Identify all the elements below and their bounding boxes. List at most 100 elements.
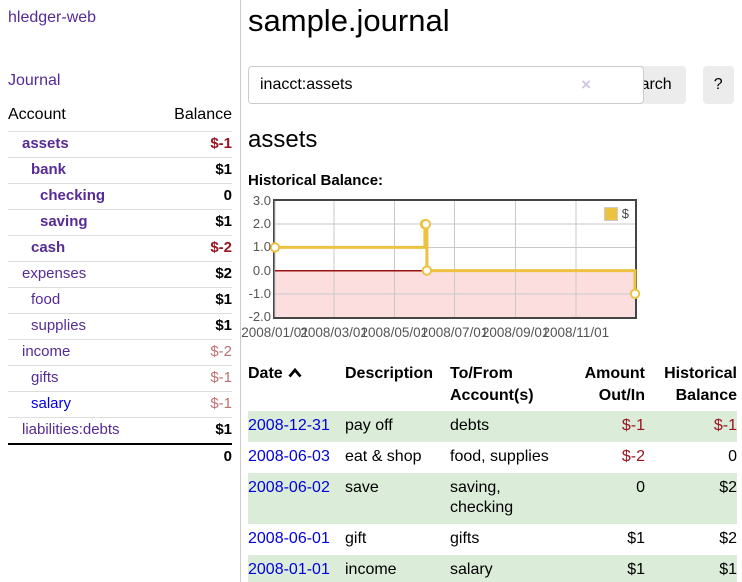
register-date-link[interactable]: 2008-12-31 [248,417,330,434]
account-balance: $1 [156,158,232,184]
register-column-header: Amount Out/In [573,361,645,411]
sort-ascending-icon [288,368,302,378]
account-balance: $-2 [156,236,232,262]
account-link[interactable]: food [31,291,60,308]
register-balance: $2 [645,473,737,524]
register-date-link[interactable]: 2008-06-01 [248,530,330,547]
register-amount: $1 [573,555,645,582]
account-balance: $-1 [156,132,232,158]
account-row: liabilities:debts$1 [8,418,232,445]
accounts-header-account: Account [8,106,156,132]
account-link[interactable]: liabilities:debts [22,421,120,438]
sidebar: hledger-web Journal Account Balance asse… [0,0,241,582]
chart-plot-area: $ [273,199,637,319]
account-balance: $-2 [156,340,232,366]
main-content: sample.journal × Search ? assets Histori… [248,0,740,582]
accounts-header-row: Account Balance [8,106,232,132]
account-row: food$1 [8,288,232,314]
accounts-total-row: 0 [8,444,232,470]
journal-link[interactable]: Journal [8,72,232,90]
accounts-header-balance: Balance [156,106,232,132]
chart-point [271,243,279,251]
register-description: eat & shop [345,442,450,473]
register-accounts: gifts [450,524,573,555]
register-description: save [345,473,450,524]
register-balance: 0 [645,442,737,473]
account-row: supplies $1 [8,314,232,340]
search-form: × Search ? [248,66,740,104]
register-row: 2008-06-01giftgifts$1$2 [248,524,737,555]
search-box: × [248,66,601,104]
account-row: bank $1 [8,158,232,184]
account-row: salary $-1 [8,392,232,418]
register-column-header: Description [345,361,450,411]
register-column-header: To/From Account(s) [450,361,573,411]
account-title: assets [248,126,740,154]
accounts-table: Account Balance assets$-1bank$1checking0… [8,106,232,470]
account-link[interactable]: assets [22,135,69,152]
register-table: DateDescriptionTo/From Account(s)Amount … [248,361,737,582]
chart-x-tick-label: 2008/11/01 [540,325,612,341]
register-date-link[interactable]: 2008-06-03 [248,448,330,465]
register-balance: $-1 [645,411,737,442]
account-link[interactable]: gifts [31,369,59,386]
chart-y-tick-label: -2.0 [248,308,271,326]
register-amount: 0 [573,473,645,524]
register-header-row: DateDescriptionTo/From Account(s)Amount … [248,361,737,411]
clear-search-icon[interactable]: × [581,75,591,95]
register-balance: $2 [645,524,737,555]
account-row: gifts $-1 [8,366,232,392]
register-column-header: Historical Balance [645,361,737,411]
register-row: 2008-01-01incomesalary$1$1 [248,555,737,582]
account-row: expenses $2 [8,262,232,288]
register-date-link[interactable]: 2008-06-02 [248,479,330,496]
chart-y-tick-label: -1.0 [248,285,271,303]
register-amount: $1 [573,524,645,555]
account-link[interactable]: expenses [22,265,86,282]
account-row: income $-2 [8,340,232,366]
account-balance: $2 [156,262,232,288]
register-accounts: salary [450,555,573,582]
register-description: income [345,555,450,582]
account-balance: $1 [156,210,232,236]
register-accounts: saving, checking [450,473,573,524]
app-title-link[interactable]: hledger-web [8,8,232,27]
register-amount: $-2 [573,442,645,473]
chart-y-tick-label: 3.0 [248,192,271,210]
account-row: cash $-2 [8,236,232,262]
app-root: hledger-web Journal Account Balance asse… [0,0,742,582]
chart-heading: Historical Balance: [248,172,740,189]
chart-y-tick-label: 1.0 [248,238,271,256]
account-link[interactable]: salary [31,395,71,412]
account-balance: $-1 [156,392,232,418]
register-column-header[interactable]: Date [248,361,345,411]
help-button[interactable]: ? [703,66,734,104]
account-link[interactable]: bank [31,161,66,178]
account-balance: $1 [156,314,232,340]
register-row: 2008-12-31pay offdebts$-1$-1 [248,411,737,442]
account-row: saving $1 [8,210,232,236]
chart-point [422,220,430,228]
account-link[interactable]: saving [40,213,88,230]
register-accounts: food, supplies [450,442,573,473]
account-link[interactable]: checking [40,187,105,204]
legend-swatch [604,207,618,221]
register-date-link[interactable]: 2008-01-01 [248,561,330,578]
account-link[interactable]: supplies [31,317,86,334]
chart-point [631,290,639,298]
register-balance: $1 [645,555,737,582]
chart-y-tick-label: 0.0 [248,262,271,280]
register-amount: $-1 [573,411,645,442]
page-title: sample.journal [248,2,740,40]
account-row: checking0 [8,184,232,210]
account-link[interactable]: cash [31,239,65,256]
legend-label: $ [622,206,629,221]
account-balance: $-1 [156,366,232,392]
register-accounts: debts [450,411,573,442]
register-row: 2008-06-03 eat & shopfood, supplies$-20 [248,442,737,473]
accounts-total-value: 0 [156,444,232,470]
register-row: 2008-06-02 savesaving, checking0$2 [248,473,737,524]
account-link[interactable]: income [22,343,70,360]
chart-y-tick-label: 2.0 [248,215,271,233]
chart-canvas [275,201,635,317]
